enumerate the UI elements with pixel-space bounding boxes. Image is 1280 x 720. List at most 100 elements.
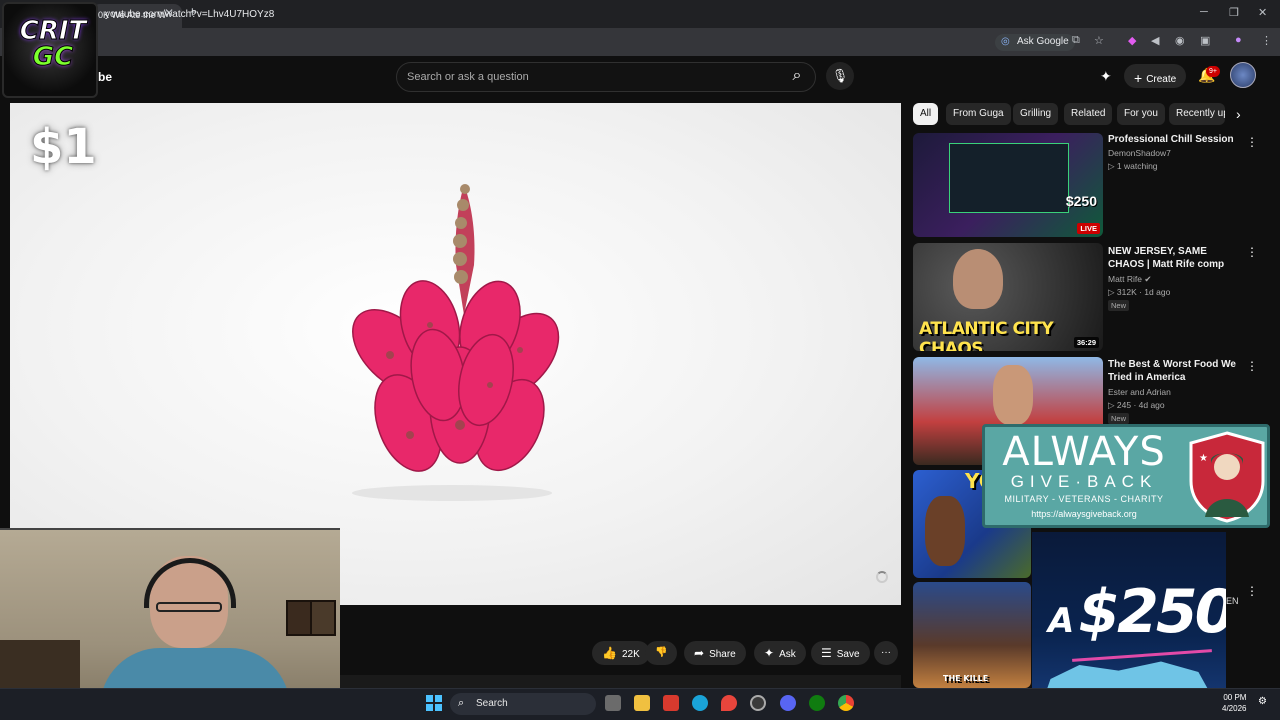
taskbar-search-label: Search [476,698,508,709]
ask-label: Ask [779,649,796,660]
more-options-icon[interactable]: ⋮ [1246,135,1258,149]
chevron-right-icon[interactable]: › [1236,106,1241,122]
extensions-puzzle-icon[interactable]: ▣ [1200,34,1210,47]
rec-channel-1[interactable]: DemonShadow7 [1108,147,1171,160]
more-options-icon[interactable]: ⋮ [1246,359,1258,373]
restore-icon[interactable]: ❐ [1229,6,1239,19]
xbox-icon[interactable] [809,695,825,711]
promo-amount: $250 [1078,577,1226,647]
stream-screen-graphic [949,143,1069,213]
thumb-person-graphic [925,496,965,566]
more-actions-button[interactable]: ··· [874,641,898,665]
ask-google-label: Ask Google [1017,36,1069,47]
task-view-icon[interactable] [605,695,621,711]
taskbar-clock[interactable]: 00 PM 4/2026 [1222,692,1246,714]
thumb-person-graphic [993,365,1033,425]
dislike-button[interactable]: 👎 [645,641,678,665]
settings-gear-icon[interactable] [750,695,766,711]
wall-picture-frame [310,600,336,636]
share-button[interactable]: ➦ Share [684,641,746,665]
search-input[interactable]: Search or ask a question [396,62,816,92]
file-explorer-icon[interactable] [634,695,650,711]
clock-time: 00 PM [1223,693,1247,702]
crit-logo-line2: GC [32,42,74,72]
notification-center-icon[interactable]: ⚙ [1258,696,1267,707]
bookmark-star-icon[interactable]: ☆ [1094,34,1104,47]
chip-all[interactable]: All [913,103,939,125]
video-thumbnail-5[interactable]: THE KILLE [913,582,1031,688]
chrome-icon[interactable] [838,695,854,711]
new-badge: New [1108,413,1130,424]
save-button[interactable]: ☰ Save [811,641,870,665]
always-give-back-overlay: ALWAYS GIVE·BACK MILITARY - VETERANS - C… [982,424,1270,528]
search-icon[interactable]: ⌕ [786,64,808,88]
avatar[interactable] [1230,62,1256,88]
app-icon-red[interactable] [663,695,679,711]
thumbs-down-icon: 👎 [655,647,668,658]
thumbs-up-icon: 👍 [602,646,617,660]
duration-badge: 36:29 [1073,337,1099,348]
agb-subtitle: MILITARY - VETERANS - CHARITY [1004,494,1164,504]
more-options-icon[interactable]: ⋮ [1246,584,1258,598]
address-bar[interactable] [0,28,1280,56]
ask-button[interactable]: ✦ Ask [754,641,806,665]
promo-text: A$250 [1048,580,1226,653]
thumb-text-5: THE KILLE [943,674,989,683]
like-button[interactable]: 👍 22K [592,641,650,665]
taskbar-search[interactable]: Search [450,693,596,715]
search-icon: ⌕ [458,697,465,709]
loading-spinner-icon [876,571,888,583]
clock-date: 4/2026 [1222,704,1247,713]
chip-from-guga[interactable]: From Guga [946,103,1011,125]
rec-title-2[interactable]: NEW JERSEY, SAME CHAOS | Matt Rife comp [1108,245,1236,271]
edge-icon[interactable] [692,695,708,711]
rec-title-1[interactable]: Professional Chill Session [1108,133,1236,146]
save-playlist-icon: ☰ [821,646,832,660]
lens-icon: ◎ [1001,36,1010,47]
chip-recently-uploaded[interactable]: Recently up [1169,103,1225,125]
mute-icon[interactable]: ◀ [1151,34,1159,47]
rec-title-3[interactable]: The Best & Worst Food We Tried in Americ… [1108,358,1236,384]
rec-meta-1: ▷ 1 watching [1108,161,1158,171]
rec-channel-2[interactable]: Matt Rife ✔ [1108,273,1152,286]
thumb-250-text: $250 [1065,193,1097,209]
profile-icon[interactable]: ● [1235,34,1242,46]
more-options-icon[interactable]: ⋮ [1246,245,1258,259]
extension-icon[interactable]: ◆ [1128,34,1136,47]
rec-channel-3[interactable]: Ester and Adrian [1108,386,1171,399]
browser-menu-icon[interactable]: ⋮ [1261,34,1272,47]
create-button[interactable]: + Create [1124,64,1186,88]
video-thumbnail-1[interactable]: $250 LIVE [913,133,1103,237]
notification-count-badge: 9+ [1206,66,1220,77]
minimize-icon[interactable]: ─ [1200,6,1208,18]
rec-title-5-fragment[interactable]: EN [1226,596,1239,606]
search-placeholder: Search or ask a question [407,71,529,83]
ask-google-button[interactable]: ◎ Ask Google [995,34,1075,51]
crit-gc-logo: CRIT GC [2,2,98,98]
vpn-icon[interactable]: ◉ [1175,34,1185,47]
description-strip [340,675,901,688]
windows-start-icon[interactable] [426,695,442,711]
plus-icon: + [1134,70,1143,86]
chip-grilling[interactable]: Grilling [1013,103,1059,125]
chip-for-you[interactable]: For you [1117,103,1165,125]
crit-gc-logo-text: CRIT GC [10,18,96,72]
close-window-icon[interactable]: ✕ [1258,6,1267,19]
chip-related[interactable]: Related [1064,103,1113,125]
share-icon: ➦ [694,646,705,660]
agb-give-back-text: GIVE·BACK [1010,472,1158,491]
create-label: Create [1146,74,1177,85]
maps-pin-icon[interactable] [721,695,737,711]
live-badge: LIVE [1077,223,1100,234]
url-text[interactable]: youtube.com/watch?v=Lhv4U7HOYz8 [105,9,274,20]
screenshot-icon[interactable]: ⧉ [1072,34,1080,47]
studio-icon[interactable]: ✦ [1100,68,1112,85]
youtube-logo-fragment[interactable]: be [98,70,112,84]
share-label: Share [709,649,736,660]
video-thumbnail-2[interactable]: ATLANTIC CITY CHAOS 36:29 [913,243,1103,351]
promo-prefix: A [1048,601,1075,641]
discord-icon[interactable] [780,695,796,711]
agb-url: https://alwaysgiveback.org [1031,509,1137,519]
headset-graphic [144,558,236,608]
microphone-icon[interactable]: 🎙 [826,62,854,90]
